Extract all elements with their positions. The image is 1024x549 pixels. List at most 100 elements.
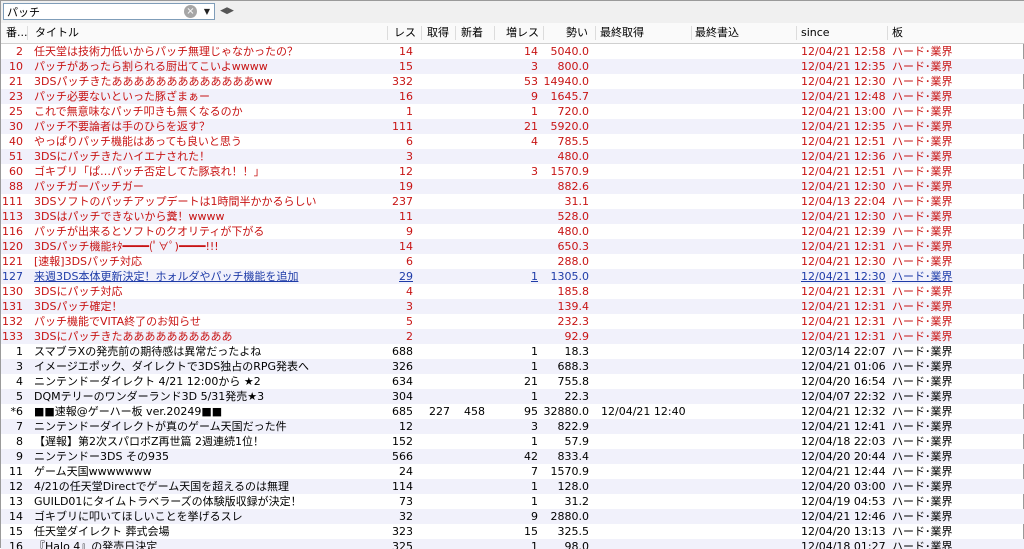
table-row[interactable]: 21 3DSパッチきたあああああああああああああww 332 53 14940.0 12/… — [1, 74, 1024, 89]
table-row[interactable]: 88 パッチガーパッチガー 19 882.6 12/04/21 12:30 ハード･業界 — [1, 179, 1024, 194]
thread-new-count — [455, 89, 485, 104]
thread-inc-count — [498, 224, 538, 239]
thread-board: ハード･業界 — [892, 195, 953, 208]
chevron-down-icon[interactable]: ▼ — [201, 5, 213, 18]
thread-get-count — [419, 104, 450, 119]
column-header: 番... タイトル レス 取得 新着 増レス 勢い 最終取得 最終書込 sinc… — [1, 23, 1024, 44]
thread-since: 12/04/21 12:31 — [801, 330, 886, 343]
column-divider[interactable] — [543, 26, 544, 40]
table-row[interactable]: 11 ゲーム天国wwwwwww 24 7 1570.9 12/04/21 12:44 ハード… — [1, 464, 1024, 479]
table-row[interactable]: 25 これで無意味なパッチ叩きも無くなるのか 1 1 720.0 12/04/21 13:… — [1, 104, 1024, 119]
column-divider[interactable] — [494, 26, 495, 40]
col-header-since[interactable]: since — [801, 23, 830, 43]
col-header-new[interactable]: 新着 — [461, 23, 483, 43]
thread-number: 120 — [2, 240, 23, 253]
table-row[interactable]: 30 パッチ不要論者は手のひらを返す？ 111 21 5920.0 12/04/21 12… — [1, 119, 1024, 134]
column-divider[interactable] — [27, 26, 28, 40]
table-row[interactable]: 132 パッチ機能でVITA終了のお知らせ 5 232.3 12/04/21 12:31… — [1, 314, 1024, 329]
table-row[interactable]: 120 3DSパッチ機能ｷﾀ━━━━(ﾟ∀ﾟ)━━━━!!! 14 650.3 12/0… — [1, 239, 1024, 254]
col-header-title[interactable]: タイトル — [35, 23, 79, 43]
table-row[interactable]: 14 ゴキブリに叩いてほしいことを挙げるスレ 32 9 2880.0 12/04/21 1… — [1, 509, 1024, 524]
table-row[interactable]: 121 [速報]3DSパッチ対応 6 288.0 12/04/21 12:30 ハード･業… — [1, 254, 1024, 269]
table-row[interactable]: 4 ニンテンドーダイレクト 4/21 12:00から ★2 634 21 755.8 12… — [1, 374, 1024, 389]
thread-get-count — [419, 329, 450, 344]
column-divider[interactable] — [595, 26, 596, 40]
col-header-inc[interactable]: 増レス — [506, 23, 539, 43]
col-header-res[interactable]: レス — [394, 23, 416, 43]
table-row[interactable]: 10 パッチがあったら割られる厨出てこいよwwww 15 3 800.0 12/04/21… — [1, 59, 1024, 74]
table-row[interactable]: 51 3DSにパッチきたハイエナされた！ 3 480.0 12/04/21 12:36 ハ… — [1, 149, 1024, 164]
thread-new-count — [455, 164, 485, 179]
column-divider[interactable] — [455, 26, 456, 40]
pane-split-icon[interactable]: ◀▶ — [220, 5, 234, 18]
thread-new-count — [455, 74, 485, 89]
table-row[interactable]: 1 スマブラXの発売前の期待感は異常だったよね 688 1 18.3 12/03/14 2… — [1, 344, 1024, 359]
clear-icon[interactable]: × — [184, 5, 197, 18]
table-row[interactable]: 60 ゴキブリ「ぱ…パッチ否定してた豚哀れ！！」 12 3 1570.9 12/04/21… — [1, 164, 1024, 179]
thread-res-count: 3 — [406, 300, 413, 313]
thread-get-count — [419, 434, 450, 449]
thread-get-count — [419, 314, 450, 329]
table-row[interactable]: 111 3DSソフトのパッチアップデートは1時間半かかるらしい 237 31.1 12/… — [1, 194, 1024, 209]
col-header-last-get[interactable]: 最終取得 — [600, 23, 644, 43]
thread-title: イメージエポック、ダイレクトで3DS独占のRPG発表へ — [34, 360, 310, 373]
thread-new-count — [455, 374, 485, 389]
table-row[interactable]: 13 GUILD01にタイムトラベラーズの体験版収録が決定！ 73 1 31.2 12/0… — [1, 494, 1024, 509]
table-row[interactable]: 7 ニンテンドーダイレクトが真のゲーム天国だった件 12 3 822.9 12/04/21… — [1, 419, 1024, 434]
table-row[interactable]: 133 3DSにパッチきたああああああああああ 2 92.9 12/04/21 12:3… — [1, 329, 1024, 344]
thread-title: ニンテンドーダイレクトが真のゲーム天国だった件 — [34, 420, 287, 433]
column-divider[interactable] — [387, 26, 388, 40]
thread-last-get — [601, 134, 691, 149]
thread-momentum: 1570.9 — [550, 465, 590, 478]
thread-res-count: 29 — [399, 270, 413, 283]
thread-res-count: 14 — [399, 240, 413, 253]
table-row[interactable]: 8 【遅報】第2次スパロボZ再世篇 2週連続1位！ 152 1 57.9 12/04/18… — [1, 434, 1024, 449]
thread-number: 88 — [9, 180, 23, 193]
thread-res-count: 73 — [399, 495, 413, 508]
col-header-last-write[interactable]: 最終書込 — [695, 23, 739, 43]
thread-since: 12/04/21 12:31 — [801, 315, 886, 328]
thread-momentum: 650.3 — [557, 240, 590, 253]
thread-number: 60 — [9, 165, 23, 178]
table-row[interactable]: 40 やっぱりパッチ機能はあっても良いと思う 6 4 785.5 12/04/21 12:… — [1, 134, 1024, 149]
thread-title: ニンテンドーダイレクト 4/21 12:00から ★2 — [34, 375, 261, 388]
thread-last-get — [601, 464, 691, 479]
table-row[interactable]: 9 ニンテンドー3DS その935 566 42 833.4 12/04/20 20:44… — [1, 449, 1024, 464]
table-row[interactable]: 130 3DSにパッチ対応 4 185.8 12/04/21 12:31 ハード･業界 — [1, 284, 1024, 299]
column-divider[interactable] — [887, 26, 888, 40]
col-header-momentum[interactable]: 勢い — [566, 23, 588, 43]
thread-title: パッチ機能でVITA終了のお知らせ — [34, 315, 201, 328]
thread-inc-count: 1 — [531, 345, 538, 358]
table-row[interactable]: 5 DQMテリーのワンダーランド3D 5/31発売★3 304 1 22.3 12/04/… — [1, 389, 1024, 404]
thread-new-count — [455, 119, 485, 134]
thread-title: 4/21の任天堂Directでゲーム天国を超えるのは無理 — [34, 480, 289, 493]
col-header-number[interactable]: 番... — [6, 23, 28, 43]
table-row[interactable]: *6 ■■速報@ゲーハー板 ver.20249■■ 685 227 458 95 32880… — [1, 404, 1024, 419]
col-header-board[interactable]: 板 — [892, 23, 903, 43]
thread-last-get — [601, 509, 691, 524]
table-row[interactable]: 113 3DSはパッチできないから糞！wwww 11 528.0 12/04/21 12… — [1, 209, 1024, 224]
table-row[interactable]: 116 パッチが出来るとソフトのクオリティが下がる 9 480.0 12/04/21 1… — [1, 224, 1024, 239]
thread-new-count — [455, 449, 485, 464]
table-row[interactable]: 131 3DSパッチ確定！ 3 139.4 12/04/21 12:31 ハード･業界 — [1, 299, 1024, 314]
table-row[interactable]: 2 任天堂は技術力低いからパッチ無理じゃなかったの？ 14 14 5040.0 12/04… — [1, 44, 1024, 59]
column-divider[interactable] — [691, 26, 692, 40]
thread-last-get — [601, 524, 691, 539]
thread-number: 10 — [9, 60, 23, 73]
thread-board: ハード･業界 — [892, 495, 953, 508]
thread-res-count: 16 — [399, 90, 413, 103]
thread-title: パッチ必要ないといった豚ざまぁー — [34, 90, 210, 103]
column-divider[interactable] — [796, 26, 797, 40]
thread-title: 任天堂ダイレクト 葬式会場 — [34, 525, 170, 538]
thread-board: ハード･業界 — [892, 90, 953, 103]
column-divider[interactable] — [421, 26, 422, 40]
col-header-get[interactable]: 取得 — [427, 23, 449, 43]
thread-get-count — [419, 119, 450, 134]
table-row[interactable]: 127 来週3DS本体更新決定！ホォルダやパッチ機能を追加 29 1 1305.0 12/… — [1, 269, 1024, 284]
table-row[interactable]: 12 4/21の任天堂Directでゲーム天国を超えるのは無理 114 1 128.0 1… — [1, 479, 1024, 494]
table-row[interactable]: 3 イメージエポック、ダイレクトで3DS独占のRPG発表へ 326 1 688.3 12/… — [1, 359, 1024, 374]
thread-get-count — [419, 344, 450, 359]
table-row[interactable]: 15 任天堂ダイレクト 葬式会場 323 15 325.5 12/04/20 13:13 ハ… — [1, 524, 1024, 539]
table-row[interactable]: 23 パッチ必要ないといった豚ざまぁー 16 9 1645.7 12/04/21 12:4… — [1, 89, 1024, 104]
thread-board: ハード･業界 — [892, 285, 953, 298]
